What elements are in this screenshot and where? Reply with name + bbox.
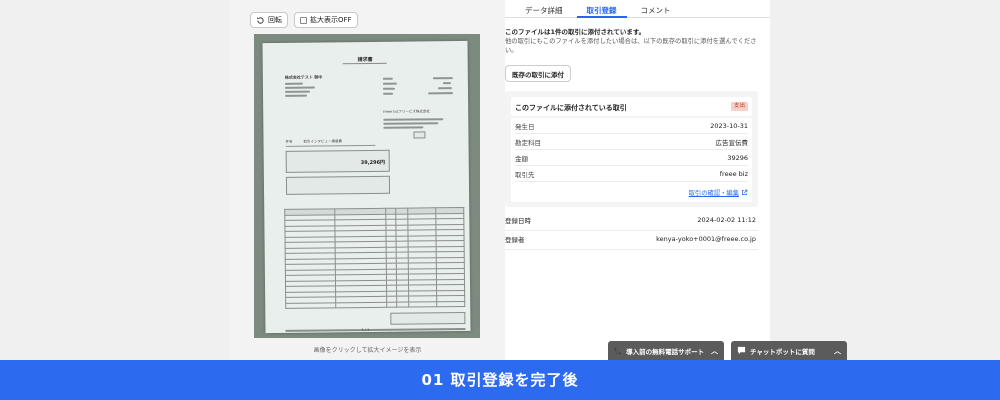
preview-toolbar: 回転 拡大表示OFF: [250, 12, 358, 28]
paper-line: [382, 77, 393, 80]
deal-row-label: 金額: [515, 154, 528, 163]
registered-by-value: kenya-yoko+0001@freee.co.jp: [656, 234, 756, 243]
chat-bubble-icon: [737, 346, 746, 355]
paper-line: [437, 87, 452, 89]
external-link-icon: [742, 189, 748, 195]
deal-row-partner: 取引先 freee biz: [515, 166, 748, 182]
deal-row-value: 2023-10-31: [710, 121, 748, 130]
deal-row-date: 発生日 2023-10-31: [515, 118, 748, 134]
attach-existing-deal-button[interactable]: 既存の取引に添付: [505, 65, 571, 82]
deal-row-value: freee biz: [719, 169, 748, 178]
paper-line: [284, 86, 315, 89]
document-image[interactable]: 請求書 株式会社テスト 御中 freee bizフリービズ株式会社 件名 取引イ…: [254, 34, 480, 338]
paper-line: [383, 122, 439, 125]
phone-support-widget[interactable]: 📞 導入前の無料電話サポート ︿: [608, 341, 724, 360]
paper-line: [382, 82, 397, 85]
tab-data-detail[interactable]: データ詳細: [515, 0, 573, 18]
deal-row-account: 勘定科目 広告宣伝費: [515, 134, 748, 150]
invoice-recipient: 株式会社テスト 御中: [284, 74, 323, 80]
deal-row-amount: 金額 39296: [515, 150, 748, 166]
phone-icon: 📞: [614, 346, 623, 355]
attached-deal-card-header: このファイルに添付されている取引 支出: [511, 97, 752, 116]
paper-line: [284, 82, 303, 85]
step-banner: 01 取引登録を完了後: [0, 360, 1000, 400]
paper-line: [382, 87, 395, 90]
paper-line: [428, 92, 454, 94]
paper-payment-box: [285, 175, 391, 195]
deal-row-value: 広告宣伝費: [715, 138, 749, 147]
paper-line: [383, 126, 424, 129]
paper-line: [285, 94, 308, 97]
invoice-items-table: [284, 207, 465, 309]
paper-line: [383, 118, 444, 121]
registered-at-value: 2024-02-02 11:12: [697, 215, 756, 224]
tab-comment[interactable]: コメント: [631, 0, 681, 18]
paper-line: [284, 90, 311, 93]
rotate-icon: [257, 16, 264, 24]
paper-notes-top: [285, 327, 466, 332]
invoice-subject: 取引インタビュー掲載費: [303, 139, 343, 144]
paper-rule: [285, 144, 376, 147]
chevron-up-icon: ︿: [711, 346, 718, 355]
deal-confirm-edit-link[interactable]: 取引の確認・編集: [689, 188, 748, 197]
invoice-paper: 請求書 株式会社テスト 御中 freee bizフリービズ株式会社 件名 取引イ…: [262, 40, 471, 334]
paper-tax-box: [390, 311, 466, 325]
deal-confirm-edit-label: 取引の確認・編集: [688, 190, 739, 197]
expense-badge: 支出: [730, 102, 748, 111]
paper-line: [432, 77, 453, 79]
zoom-checkbox[interactable]: [300, 16, 307, 24]
paper-line: [442, 82, 451, 84]
invoice-subject-label: 件名: [285, 139, 293, 144]
registered-by-row: 登録者 kenya-yoko+0001@freee.co.jp: [505, 228, 758, 250]
attached-deal-card: このファイルに添付されている取引 支出 発生日 2023-10-31 勘定科目 …: [505, 91, 758, 207]
paper-stamp-box: [413, 131, 426, 139]
main-panel: 回転 拡大表示OFF 請求書 株式会社テスト 御中 freee bizフリービズ…: [230, 0, 770, 360]
deal-row-label: 取引先: [515, 170, 535, 179]
preview-hint: 画像をクリックして拡大イメージを表示: [313, 347, 422, 354]
chatbot-label: チャットボットに質問: [750, 347, 815, 356]
tab-deal-registration[interactable]: 取引登録: [576, 0, 627, 18]
registered-at-label: 登録日時: [505, 216, 531, 225]
paper-line: [383, 92, 394, 95]
detail-column: データ詳細 取引登録 コメント このファイルは1件の取引に添付されています。 他…: [505, 0, 770, 360]
invoice-page-number: 1 / 1: [361, 327, 370, 333]
rotate-label: 回転: [268, 16, 282, 24]
invoice-total: 39,296円: [360, 159, 386, 167]
invoice-issuer: freee bizフリービズ株式会社: [383, 109, 430, 114]
deal-row-label: 勘定科目: [515, 138, 541, 147]
zoom-toggle[interactable]: 拡大表示OFF: [294, 12, 358, 28]
chatbot-widget[interactable]: チャットボットに質問 ︿: [731, 341, 847, 360]
attach-instruction-message: 他の取引にもこのファイルを添付したい場合は、以下の既存の取引に添付を選んでくださ…: [505, 38, 757, 54]
attached-deal-card-body: 発生日 2023-10-31 勘定科目 広告宣伝費 金額 39296 取引先 f…: [511, 118, 752, 202]
preview-column: 回転 拡大表示OFF 請求書 株式会社テスト 御中 freee bizフリービズ…: [230, 0, 505, 360]
zoom-label: 拡大表示OFF: [310, 16, 352, 24]
rotate-button[interactable]: 回転: [250, 12, 288, 28]
deal-row-label: 発生日: [515, 122, 535, 131]
attached-deal-card-title: このファイルに添付されている取引: [515, 104, 627, 112]
invoice-title-rule: [342, 62, 387, 65]
phone-support-label: 導入前の無料電話サポート: [626, 347, 705, 356]
tab-bar: データ詳細 取引登録 コメント: [505, 0, 770, 18]
chevron-up-icon: ︿: [834, 346, 841, 355]
attached-count-message: このファイルは1件の取引に添付されています。: [505, 28, 646, 36]
deal-row-value: 39296: [727, 153, 748, 162]
registered-by-label: 登録者: [505, 235, 525, 244]
